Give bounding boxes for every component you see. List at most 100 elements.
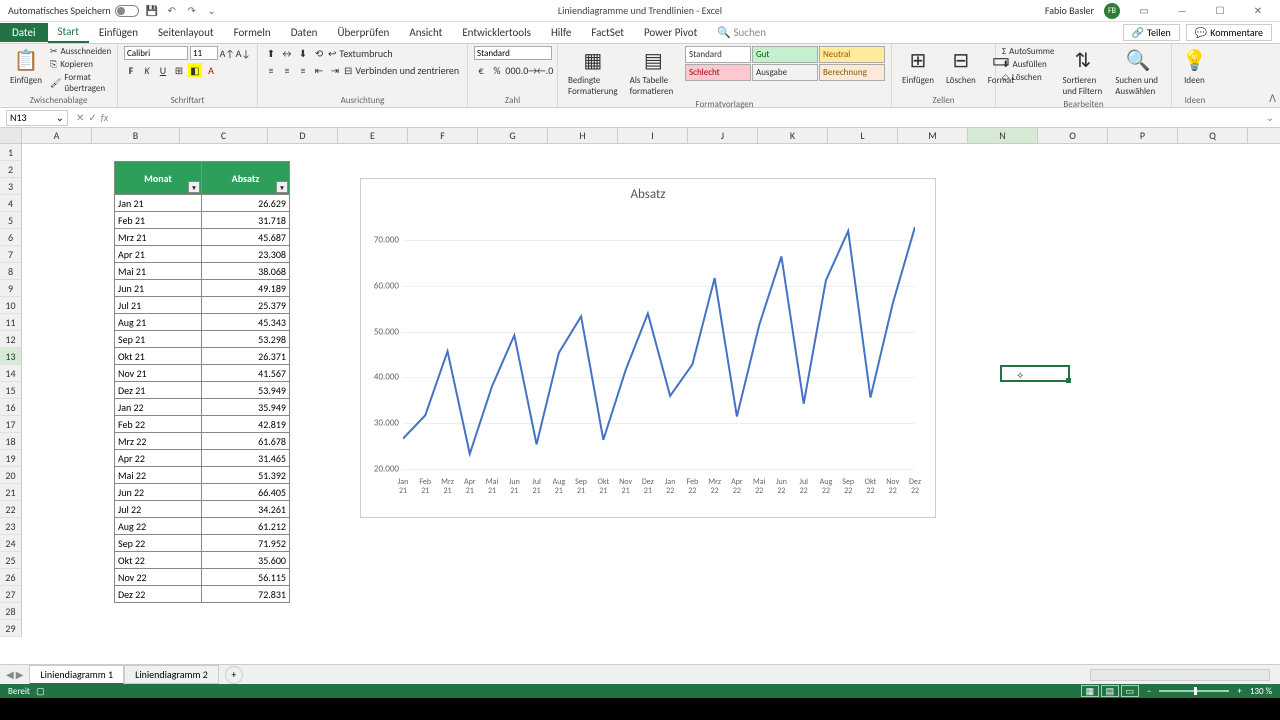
decrease-font-icon[interactable]: A↓	[236, 46, 250, 60]
table-row[interactable]: Mrz 2145.687	[114, 229, 290, 246]
tab-start[interactable]: Start	[48, 22, 89, 43]
row-header[interactable]: 3	[0, 178, 22, 195]
macro-record-icon[interactable]: ▢	[36, 686, 45, 697]
style-neutral[interactable]: Neutral	[819, 46, 885, 63]
col-header-B[interactable]: B	[92, 128, 180, 143]
col-header-K[interactable]: K	[758, 128, 828, 143]
chart-line-series[interactable]	[403, 227, 915, 454]
row-header[interactable]: 20	[0, 467, 22, 484]
fill-color-button[interactable]: ◧	[188, 63, 202, 77]
bold-button[interactable]: F	[124, 63, 138, 77]
sheet-tab-2[interactable]: Liniendiagramm 2	[124, 665, 219, 684]
cancel-formula-icon[interactable]: ✕	[76, 111, 84, 124]
table-row[interactable]: Apr 2123.308	[114, 246, 290, 263]
row-header[interactable]: 8	[0, 263, 22, 280]
column-headers[interactable]: ABCDEFGHIJKLMNOPQ	[0, 128, 1280, 144]
col-header-I[interactable]: I	[618, 128, 688, 143]
row-header[interactable]: 21	[0, 484, 22, 501]
percent-icon[interactable]: %	[490, 63, 504, 77]
cell-value[interactable]: 53.949	[202, 382, 290, 399]
table-row[interactable]: Apr 2231.465	[114, 450, 290, 467]
row-header[interactable]: 11	[0, 314, 22, 331]
formula-input[interactable]	[114, 110, 1259, 126]
tab-data[interactable]: Daten	[281, 23, 328, 42]
cell-month[interactable]: Mai 21	[114, 263, 202, 280]
cell-value[interactable]: 56.115	[202, 569, 290, 586]
cell-value[interactable]: 49.189	[202, 280, 290, 297]
table-row[interactable]: Dez 2272.831	[114, 586, 290, 603]
view-normal-icon[interactable]: ▦	[1081, 685, 1099, 697]
sort-filter-button[interactable]: ⇅Sortieren und Filtern	[1058, 46, 1107, 99]
row-header[interactable]: 24	[0, 535, 22, 552]
cell-value[interactable]: 38.068	[202, 263, 290, 280]
user-name[interactable]: Fabio Basler	[1045, 4, 1094, 17]
ideas-button[interactable]: 💡Ideen	[1178, 46, 1211, 88]
row-header[interactable]: 28	[0, 603, 22, 620]
style-schlecht[interactable]: Schlecht	[685, 64, 751, 81]
table-row[interactable]: Mai 2251.392	[114, 467, 290, 484]
row-header[interactable]: 26	[0, 569, 22, 586]
row-header[interactable]: 9	[0, 280, 22, 297]
number-format-select[interactable]	[474, 46, 552, 60]
paste-button[interactable]: 📋Einfügen	[6, 46, 46, 88]
row-header[interactable]: 18	[0, 433, 22, 450]
cell-value[interactable]: 61.212	[202, 518, 290, 535]
row-header[interactable]: 4	[0, 195, 22, 212]
underline-button[interactable]: U	[156, 63, 170, 77]
cell-value[interactable]: 41.567	[202, 365, 290, 382]
cell-month[interactable]: Dez 21	[114, 382, 202, 399]
cell-month[interactable]: Okt 21	[114, 348, 202, 365]
col-header-E[interactable]: E	[338, 128, 408, 143]
share-button[interactable]: 🔗 Teilen	[1123, 24, 1180, 41]
col-header-monat[interactable]: Monat▾	[114, 161, 202, 195]
col-header-G[interactable]: G	[478, 128, 548, 143]
maximize-button[interactable]: ☐	[1206, 1, 1234, 21]
row-header[interactable]: 14	[0, 365, 22, 382]
ribbon-mode-icon[interactable]: ▭	[1130, 1, 1158, 21]
cell-month[interactable]: Feb 22	[114, 416, 202, 433]
zoom-in-button[interactable]: +	[1237, 686, 1241, 697]
row-header[interactable]: 13	[0, 348, 22, 365]
cell-value[interactable]: 35.949	[202, 399, 290, 416]
tab-powerpivot[interactable]: Power Pivot	[634, 23, 707, 42]
table-row[interactable]: Feb 2242.819	[114, 416, 290, 433]
close-button[interactable]: ✕	[1244, 1, 1272, 21]
undo-icon[interactable]: ↶	[165, 4, 179, 18]
comments-button[interactable]: 💬 Kommentare	[1186, 24, 1272, 41]
col-header-Q[interactable]: Q	[1178, 128, 1248, 143]
style-gut[interactable]: Gut	[752, 46, 818, 63]
col-header-O[interactable]: O	[1038, 128, 1108, 143]
cell-month[interactable]: Jan 21	[114, 195, 202, 212]
align-middle-icon[interactable]: ↔	[280, 46, 294, 60]
cell-value[interactable]: 72.831	[202, 586, 290, 603]
col-header-P[interactable]: P	[1108, 128, 1178, 143]
cell-month[interactable]: Mrz 21	[114, 229, 202, 246]
cell-month[interactable]: Dez 22	[114, 586, 202, 603]
col-header-M[interactable]: M	[898, 128, 968, 143]
redo-icon[interactable]: ↷	[185, 4, 199, 18]
row-header[interactable]: 2	[0, 161, 22, 178]
col-header-C[interactable]: C	[180, 128, 268, 143]
autosum-button[interactable]: Σ AutoSumme	[1002, 46, 1054, 57]
tab-file[interactable]: Datei	[0, 23, 48, 42]
table-row[interactable]: Jul 2125.379	[114, 297, 290, 314]
col-header-H[interactable]: H	[548, 128, 618, 143]
indent-increase-icon[interactable]: ⇥	[328, 63, 342, 77]
col-header-D[interactable]: D	[268, 128, 338, 143]
cell-month[interactable]: Aug 21	[114, 314, 202, 331]
merge-button[interactable]: ⊟ Verbinden und zentrieren	[344, 64, 459, 77]
insert-cells-button[interactable]: ⊞Einfügen	[898, 46, 938, 88]
decimal-decrease-icon[interactable]: ←.0	[538, 63, 552, 77]
table-row[interactable]: Mai 2138.068	[114, 263, 290, 280]
sheet-tab-active[interactable]: Liniendiagramm 1	[29, 665, 124, 685]
add-sheet-button[interactable]: +	[225, 666, 243, 684]
border-button[interactable]: ⊞	[172, 63, 186, 77]
align-top-icon[interactable]: ⬆	[264, 46, 278, 60]
confirm-formula-icon[interactable]: ✓	[88, 111, 96, 124]
autosave-toggle[interactable]: Automatisches Speichern	[8, 4, 139, 17]
align-left-icon[interactable]: ≡	[264, 63, 278, 77]
tab-layout[interactable]: Seitenlayout	[148, 23, 224, 42]
view-layout-icon[interactable]: ▤	[1101, 685, 1119, 697]
conditional-format-button[interactable]: ▦Bedingte Formatierung	[564, 46, 622, 99]
cell-month[interactable]: Jan 22	[114, 399, 202, 416]
